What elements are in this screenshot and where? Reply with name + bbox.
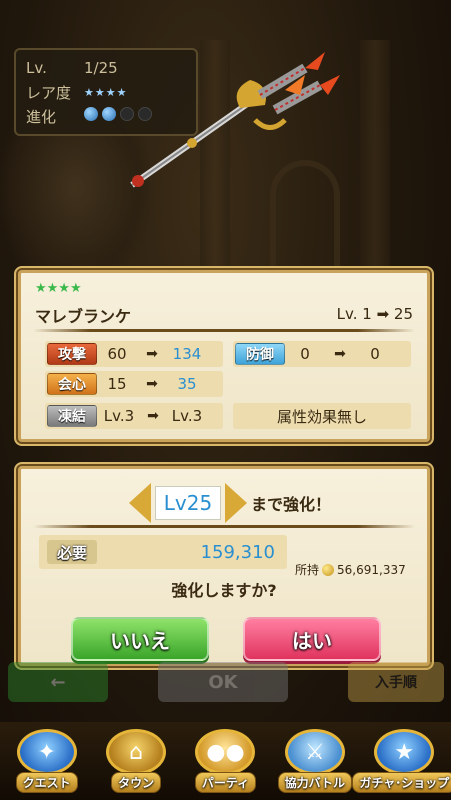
weapon-rarity-stars: ★★★★ [35,281,82,296]
no-button[interactable]: いいえ [71,617,209,661]
critical-badge: 会心 [47,373,97,395]
owned-label: 所持 [295,563,320,577]
attack-from: 60 [107,345,127,363]
required-cost: 必要 159,310 [39,535,287,569]
weapon-name: マレブランケ [35,307,132,326]
arrow-icon: ➡ [146,346,158,362]
attribute-effect: 属性効果無し [233,403,411,429]
attack-badge: 攻撃 [47,343,97,365]
critical-to: 35 [177,375,197,393]
nav-label: 協力バトル [277,772,353,793]
quest-icon: ✦ [16,729,77,775]
coop-battle-icon: ⚔ [284,729,345,775]
nav-label: クエスト [15,772,78,793]
owned-coins: 所持 56,691,337 [295,561,406,578]
sort-source-button: 入手順 [348,662,444,702]
attack-to: 134 [172,345,202,363]
weapon-level-change: Lv. 1 ➡ 25 [336,305,413,323]
level-value: 1/25 [84,59,118,77]
stat-freeze: 凍結 Lv.3 ➡ Lv.3 [45,403,223,429]
enhance-until-text: まで強化！ [251,495,332,514]
coin-icon [322,563,335,576]
background-pillar [360,40,390,270]
nav-gacha-shop[interactable]: ★ ガチャ･ショップ [352,725,451,797]
critical-from: 15 [107,375,127,393]
arrow-icon: ➡ [334,346,346,362]
evolution-label: 進化 [26,107,57,126]
town-icon: ⌂ [106,729,167,775]
evolution-orb-icon [84,107,98,121]
nav-coop-battle[interactable]: ⚔ 協力バトル [272,725,358,797]
nav-town[interactable]: ⌂ タウン [93,725,179,797]
arrow-icon: ➡ [146,376,158,392]
nav-party[interactable]: ●● パーティ [182,725,268,797]
nav-quest[interactable]: ✦ クエスト [4,725,90,797]
freeze-to: Lv.3 [171,407,203,425]
level-label: Lv. [26,59,47,77]
freeze-from: Lv.3 [103,407,135,425]
defense-badge: 防御 [235,343,285,365]
stat-critical: 会心 15 ➡ 35 [45,371,223,397]
yes-button[interactable]: はい [243,617,381,661]
level-selector: Lv25 [129,483,247,523]
enhance-dialog: Lv25 まで強化！ 必要 159,310 所持 56,691,337 強化しま… [18,466,430,666]
defense-to: 0 [370,345,380,363]
back-button: ← [8,662,108,702]
divider [33,329,415,332]
nav-label: パーティ [194,772,257,793]
weapon-stats-card: ★★★★ マレブランケ Lv. 1 ➡ 25 攻撃 60 ➡ 134 防御 0 … [18,270,430,442]
nav-label: タウン [111,772,162,793]
stat-attack: 攻撃 60 ➡ 134 [45,341,223,367]
required-value: 159,310 [200,541,275,563]
required-label: 必要 [47,540,97,564]
gacha-shop-icon: ★ [374,729,435,775]
increase-level-icon[interactable] [225,483,247,523]
trident-weapon-image [130,52,340,188]
party-icon: ●● [195,729,256,775]
decrease-level-icon[interactable] [129,483,151,523]
ok-button: OK [158,662,288,702]
freeze-badge: 凍結 [47,405,97,427]
owned-value: 56,691,337 [337,562,406,577]
evolution-orb-icon [102,107,116,121]
stat-defense: 防御 0 ➡ 0 [233,341,411,367]
rarity-label: レア度 [26,83,72,102]
bottom-nav: ✦ クエスト ⌂ タウン ●● パーティ ⚔ 協力バトル ★ ガチャ･ショップ [0,722,451,800]
nav-label: ガチャ･ショップ [352,772,451,793]
target-level: Lv25 [155,486,221,520]
confirm-question: 強化しますか? [171,581,277,600]
divider [33,525,415,528]
arrow-icon: ➡ [147,408,159,424]
defense-from: 0 [300,345,310,363]
